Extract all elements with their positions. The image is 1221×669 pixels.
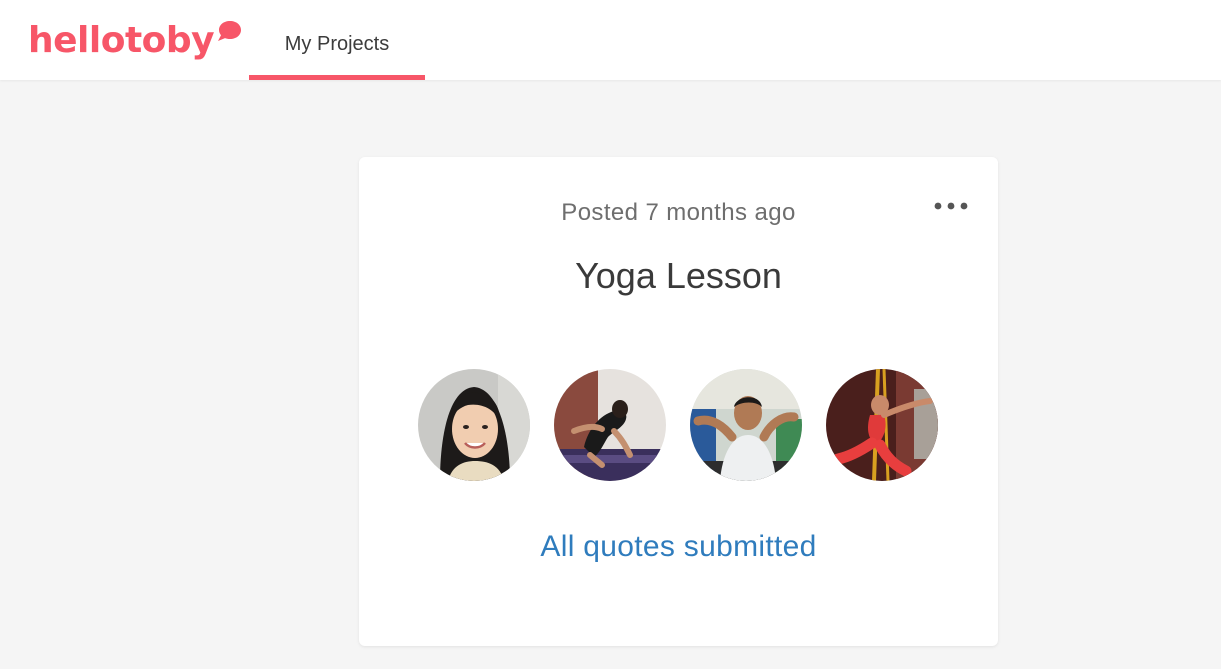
active-tab-indicator xyxy=(249,75,425,80)
avatar[interactable] xyxy=(690,369,802,481)
provider-photo-2 xyxy=(554,369,666,481)
project-title[interactable]: Yoga Lesson xyxy=(359,255,998,297)
tab-my-projects-label: My Projects xyxy=(284,33,390,55)
project-card[interactable]: Posted 7 months ago Yoga Lesson All quot… xyxy=(359,157,998,646)
all-quotes-submitted-link[interactable]: All quotes submitted xyxy=(359,530,998,564)
hellotoby-logo[interactable]: hellotoby xyxy=(28,18,242,64)
posted-timestamp: Posted 7 months ago xyxy=(561,199,796,226)
provider-avatars xyxy=(418,369,938,481)
tab-my-projects[interactable]: My Projects xyxy=(249,0,425,80)
avatar[interactable] xyxy=(826,369,938,481)
provider-photo-1 xyxy=(418,369,530,481)
provider-photo-3 xyxy=(690,369,802,481)
top-navigation-bar: hellotoby My Projects xyxy=(0,0,1221,80)
provider-photo-4 xyxy=(826,369,938,481)
avatar[interactable] xyxy=(418,369,530,481)
avatar[interactable] xyxy=(554,369,666,481)
speech-bubble-icon xyxy=(216,20,242,49)
logo-wordmark: hellotoby xyxy=(28,20,215,61)
